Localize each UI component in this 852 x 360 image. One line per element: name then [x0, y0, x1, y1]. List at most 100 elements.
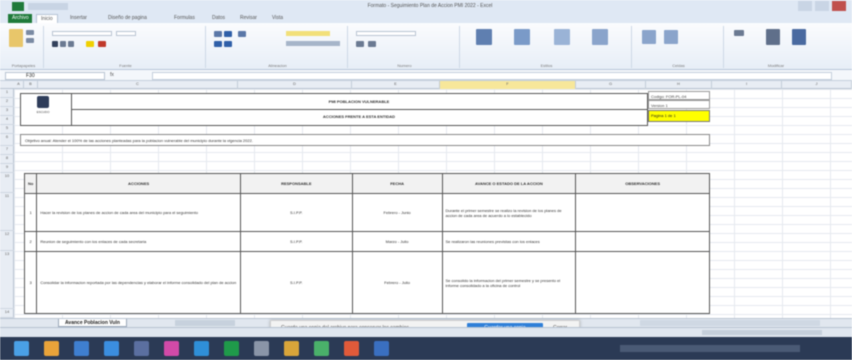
close-button[interactable] — [832, 1, 846, 11]
paste-icon[interactable] — [9, 29, 23, 47]
zoom-slider[interactable] — [702, 330, 822, 335]
word-icon[interactable] — [254, 341, 269, 356]
column-header[interactable]: B — [24, 81, 38, 89]
row-header[interactable]: 10 — [0, 173, 14, 193]
cell-no[interactable]: 2 — [23, 231, 38, 252]
clock[interactable] — [810, 342, 840, 356]
quick-access-toolbar[interactable] — [28, 3, 68, 10]
fx-icon[interactable]: fx — [110, 72, 150, 80]
insert-cells-icon[interactable] — [592, 29, 608, 45]
row-header[interactable]: 6 — [0, 134, 14, 146]
cell-date[interactable]: Febrero - Julio — [351, 251, 443, 314]
font-color-icon[interactable] — [98, 41, 106, 47]
row-header[interactable]: 5 — [0, 125, 14, 134]
tab-insert[interactable]: Insertar — [66, 14, 91, 23]
photos-icon[interactable] — [314, 341, 329, 356]
highlighted-cell[interactable]: Pagina 1 de 1 — [648, 110, 710, 122]
start-icon[interactable] — [14, 341, 29, 356]
formula-input[interactable] — [152, 72, 832, 80]
explorer-icon[interactable] — [134, 341, 149, 356]
cell-observations[interactable] — [575, 231, 710, 252]
tab-view[interactable]: Vista — [268, 14, 287, 23]
cell-date[interactable]: Marzo - Julio — [351, 231, 443, 252]
column-header[interactable]: G — [576, 81, 646, 89]
fill-color-icon[interactable] — [86, 41, 94, 47]
name-box[interactable]: F30 — [5, 72, 105, 80]
tab-review[interactable]: Revisar — [236, 14, 261, 23]
sheet-tab[interactable] — [175, 320, 235, 326]
merge-center-button[interactable] — [286, 41, 340, 46]
row-header[interactable]: 2 — [0, 98, 14, 107]
font-name-select[interactable] — [52, 31, 112, 36]
cell-no[interactable]: 3 — [23, 251, 38, 314]
find-select-icon[interactable] — [792, 29, 806, 45]
underline-icon[interactable] — [68, 41, 74, 47]
cell-observations[interactable] — [575, 251, 710, 314]
autosum-icon[interactable] — [734, 30, 744, 36]
number-format-select[interactable] — [356, 31, 416, 36]
column-header[interactable]: D — [238, 81, 352, 89]
column-header-selected[interactable]: F — [440, 81, 576, 89]
format-cells-icon[interactable] — [664, 30, 678, 44]
cell-action[interactable]: Hacer la revision de los planes de accio… — [36, 193, 241, 232]
tab-data[interactable]: Datos — [208, 14, 229, 23]
row-header[interactable]: 11 — [0, 193, 14, 231]
currency-icon[interactable] — [356, 41, 364, 47]
browser-icon[interactable] — [104, 341, 119, 356]
row-header[interactable]: 3 — [0, 107, 14, 116]
tab-file[interactable]: Archivo — [8, 14, 32, 23]
tab-home[interactable]: Inicio — [36, 14, 58, 23]
horizontal-scrollbar[interactable] — [640, 320, 820, 326]
cell-progress[interactable]: Se consolido la informacion del primer s… — [441, 251, 577, 314]
cell-action[interactable]: Reunion de seguimiento con los enlaces d… — [36, 231, 241, 252]
column-header[interactable]: C — [38, 81, 238, 89]
percent-icon[interactable] — [368, 41, 376, 47]
maximize-button[interactable] — [815, 1, 829, 11]
align-left-icon[interactable] — [214, 41, 222, 47]
row-header[interactable]: 1 — [0, 89, 14, 98]
bold-icon[interactable] — [52, 41, 58, 47]
sort-filter-icon[interactable] — [766, 29, 780, 45]
media-icon[interactable] — [344, 341, 359, 356]
cell-no[interactable]: 1 — [23, 193, 38, 232]
minimize-button[interactable] — [798, 1, 812, 11]
row-header[interactable]: 4 — [0, 116, 14, 125]
system-tray[interactable] — [620, 345, 800, 352]
align-middle-icon[interactable] — [224, 31, 232, 37]
cell-responsible[interactable]: S.I.P.P. — [239, 193, 353, 232]
sheet-tab-active[interactable]: Avance Poblacion Vuln — [58, 319, 127, 327]
search-icon[interactable] — [44, 341, 59, 356]
row-header[interactable]: 7 — [0, 146, 14, 155]
cell-responsible[interactable]: S.I.P.P. — [239, 231, 353, 252]
cell-styles-icon[interactable] — [554, 29, 570, 45]
align-top-icon[interactable] — [214, 31, 222, 37]
cell-progress[interactable]: Se realizaron las reuniones previstas co… — [441, 231, 577, 252]
column-header[interactable]: J — [782, 81, 852, 89]
cell-progress[interactable]: Durante el primer semestre se realizo la… — [441, 193, 577, 232]
row-header[interactable]: 12 — [0, 231, 14, 251]
conditional-format-icon[interactable] — [476, 29, 492, 45]
tab-formulas[interactable]: Formulas — [170, 14, 199, 23]
table-row[interactable]: 2 Reunion de seguimiento con los enlaces… — [23, 231, 710, 252]
settings-icon[interactable] — [374, 341, 389, 356]
italic-icon[interactable] — [60, 41, 66, 47]
cell-date[interactable]: Febrero - Junio — [351, 193, 443, 232]
task-view-icon[interactable] — [74, 341, 89, 356]
tab-page-layout[interactable]: Diseño de pagina — [104, 14, 151, 23]
row-header[interactable]: 9 — [0, 164, 14, 173]
wrap-text-button[interactable] — [286, 31, 330, 36]
cut-icon[interactable] — [26, 30, 34, 35]
row-header[interactable]: 14 — [0, 309, 14, 318]
table-row[interactable]: 3 Consolidar la informacion reportada po… — [23, 251, 710, 314]
row-header[interactable]: 8 — [0, 155, 14, 164]
format-as-table-icon[interactable] — [514, 29, 530, 45]
mail-icon[interactable] — [194, 341, 209, 356]
cell-responsible[interactable]: S.I.P.P. — [239, 251, 353, 314]
copy-icon[interactable] — [26, 38, 34, 43]
column-header[interactable]: A — [14, 81, 24, 89]
column-header[interactable]: I — [712, 81, 782, 89]
column-header[interactable]: H — [646, 81, 712, 89]
align-center-icon[interactable] — [224, 41, 232, 47]
font-size-select[interactable] — [116, 31, 136, 36]
store-icon[interactable] — [164, 341, 179, 356]
